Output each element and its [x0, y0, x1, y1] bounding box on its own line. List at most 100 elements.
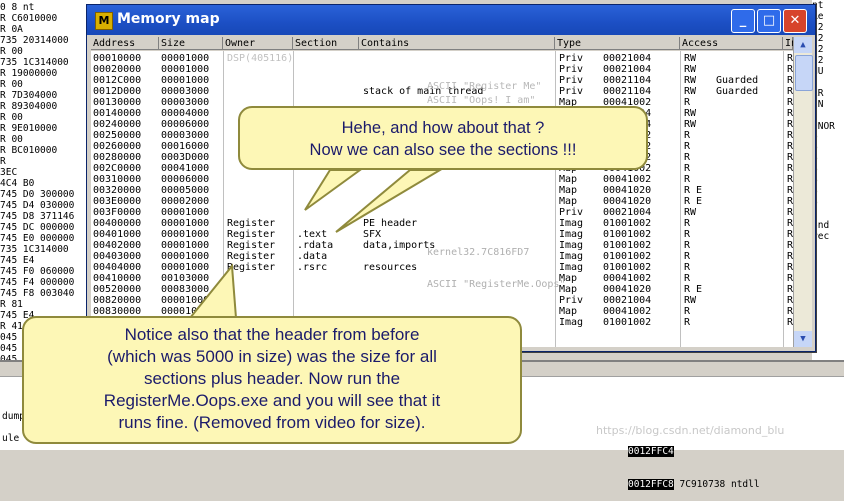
memory-map-window[interactable]: M Memory map _ □ ✕ Address Size Owner Se… — [86, 4, 816, 352]
col-header-type[interactable]: Type — [555, 37, 680, 50]
table-row[interactable]: 0002000000001000Priv00021004RWRW — [91, 64, 793, 75]
cell-access: R — [684, 141, 691, 152]
cell-type: Priv — [559, 207, 584, 218]
cell-address: 00020000 — [93, 64, 142, 75]
cell-contains: SFX — [363, 229, 382, 240]
col-header-owner[interactable]: Owner — [223, 37, 293, 50]
callout-line: RegisterMe.Oops.exe and you will see tha… — [103, 391, 441, 410]
callout-line: Notice also that the header from before — [124, 325, 420, 344]
cell-access: R — [684, 97, 691, 108]
scroll-down-icon[interactable]: ▼ — [794, 331, 812, 347]
cell-type-flags: 01001002 — [603, 229, 652, 240]
cell-access: RW — [684, 119, 697, 130]
cell-access: R — [684, 130, 691, 141]
cell-type: Priv — [559, 75, 584, 86]
cell-owner: Register — [227, 262, 276, 273]
cell-type: Map — [559, 306, 578, 317]
maximize-button[interactable]: □ — [757, 9, 781, 33]
cell-type-flags: 00041020 — [603, 284, 652, 295]
cell-size: 00001000 — [161, 251, 210, 262]
cell-type-flags: 00021104 — [603, 75, 652, 86]
cell-address: 00260000 — [93, 141, 142, 152]
col-header-address[interactable]: Address — [91, 37, 159, 50]
scroll-up-icon[interactable]: ▲ — [794, 37, 812, 53]
cell-access-flags: Guarded — [716, 86, 759, 97]
cell-type-flags: 01001002 — [603, 240, 652, 251]
scroll-thumb[interactable] — [795, 55, 813, 91]
col-header-size[interactable]: Size — [159, 37, 223, 50]
col-header-initial[interactable]: In — [783, 37, 797, 50]
cell-type-flags: 00021004 — [603, 207, 652, 218]
col-header-section[interactable]: Section — [293, 37, 359, 50]
vertical-scrollbar[interactable]: ▲ ▼ — [793, 37, 813, 347]
cell-size: 00006000 — [161, 174, 210, 185]
cell-access: R — [684, 306, 691, 317]
stack-row[interactable]: 0012FFC8 7C910738 ntdll — [628, 479, 844, 490]
cell-size: 0003D000 — [161, 152, 210, 163]
cell-type: Map — [559, 174, 578, 185]
callout-line: Hehe, and how about that ? — [341, 119, 545, 137]
cell-access: R E — [684, 284, 703, 295]
cell-type: Imag — [559, 262, 584, 273]
table-row[interactable]: 00404000 00001000 Register .rsrc resources Im… — [91, 262, 793, 273]
cell-address: 00410000 — [93, 273, 142, 284]
cell-size: 00001000 — [161, 295, 210, 306]
cell-type-flags: 01001002 — [603, 251, 652, 262]
table-row[interactable]: 00401000 00001000 Register .text SFX Imag 0100… — [91, 229, 793, 240]
table-row[interactable]: 00400000 00001000 Register PE header Imag 010… — [91, 218, 793, 229]
cell-type-flags: 00021004 — [603, 295, 652, 306]
cell-size: 00001000 — [161, 218, 210, 229]
callout-line: sections plus header. Now run the — [143, 369, 401, 388]
cell-address: 002C0000 — [93, 163, 142, 174]
cell-access: R E — [684, 196, 703, 207]
cell-type: Imag — [559, 251, 584, 262]
col-header-contains[interactable]: Contains — [359, 37, 555, 50]
cell-access: RW — [684, 295, 697, 306]
close-button[interactable]: ✕ — [783, 9, 807, 33]
cell-section: .rsrc — [297, 262, 328, 273]
cell-type-flags: 01001002 — [603, 317, 652, 328]
cell-size: 00016000 — [161, 141, 210, 152]
minimize-button[interactable]: _ — [731, 9, 755, 33]
cell-type: Priv — [559, 295, 584, 306]
table-row[interactable]: 0082000000001000Priv00021004RWRW — [91, 295, 793, 306]
table-row[interactable]: 003E000000002000Map00041020R ER E — [91, 196, 793, 207]
cell-address: 0012D000 — [93, 86, 142, 97]
cell-address: 00320000 — [93, 185, 142, 196]
title-bar[interactable]: M Memory map _ □ ✕ — [87, 5, 815, 35]
cell-address: 0012C000 — [93, 75, 142, 86]
cell-owner: Register — [227, 251, 276, 262]
cell-type: Priv — [559, 53, 584, 64]
cell-address: 003F0000 — [93, 207, 142, 218]
cell-owner: Register — [227, 229, 276, 240]
cell-access: RW — [684, 207, 697, 218]
cell-size: 00004000 — [161, 108, 210, 119]
ghost-text: kernel32.7C816FD7 — [427, 247, 530, 258]
table-row[interactable]: 00310000 00006000 Map 00041002 R R — [91, 174, 793, 185]
cell-address: 00310000 — [93, 174, 142, 185]
cell-address: 003E0000 — [93, 196, 142, 207]
cell-size: 00001000 — [161, 262, 210, 273]
table-row[interactable]: 0001000000001000Priv00021004RWRW — [91, 53, 793, 64]
cell-type-flags: 00041002 — [603, 174, 652, 185]
stack-address: 0012FFC8 — [628, 479, 674, 490]
table-header: Address Size Owner Section Contains Type… — [91, 37, 797, 51]
ghost-text: ASCII "Oops! I am" — [427, 95, 536, 106]
callout-header-note: Notice also that the header from before … — [22, 316, 522, 444]
table-row[interactable]: 003F000000001000Priv00021004RWRW — [91, 207, 793, 218]
cell-address: 00250000 — [93, 130, 142, 141]
cell-access: R — [684, 317, 691, 328]
callout-sections-note: Hehe, and how about that ? Now we can al… — [238, 106, 648, 170]
ghost-text: DSP(405116) — [227, 53, 294, 64]
cell-section: .text — [297, 229, 328, 240]
callout-line: Now we can also see the sections !!! — [309, 141, 577, 159]
cell-type: Priv — [559, 86, 584, 97]
cell-size: 00003000 — [161, 130, 210, 141]
col-header-access[interactable]: Access — [680, 37, 783, 50]
table-row[interactable]: 0032000000005000Map00041020R ER E — [91, 185, 793, 196]
cell-size: 00001000 — [161, 240, 210, 251]
cell-section: .data — [297, 251, 328, 262]
memory-table[interactable]: 0001000000001000Priv00021004RWRW00020000… — [91, 51, 793, 347]
cell-contains: PE header — [363, 218, 418, 229]
cell-access: R — [684, 218, 691, 229]
